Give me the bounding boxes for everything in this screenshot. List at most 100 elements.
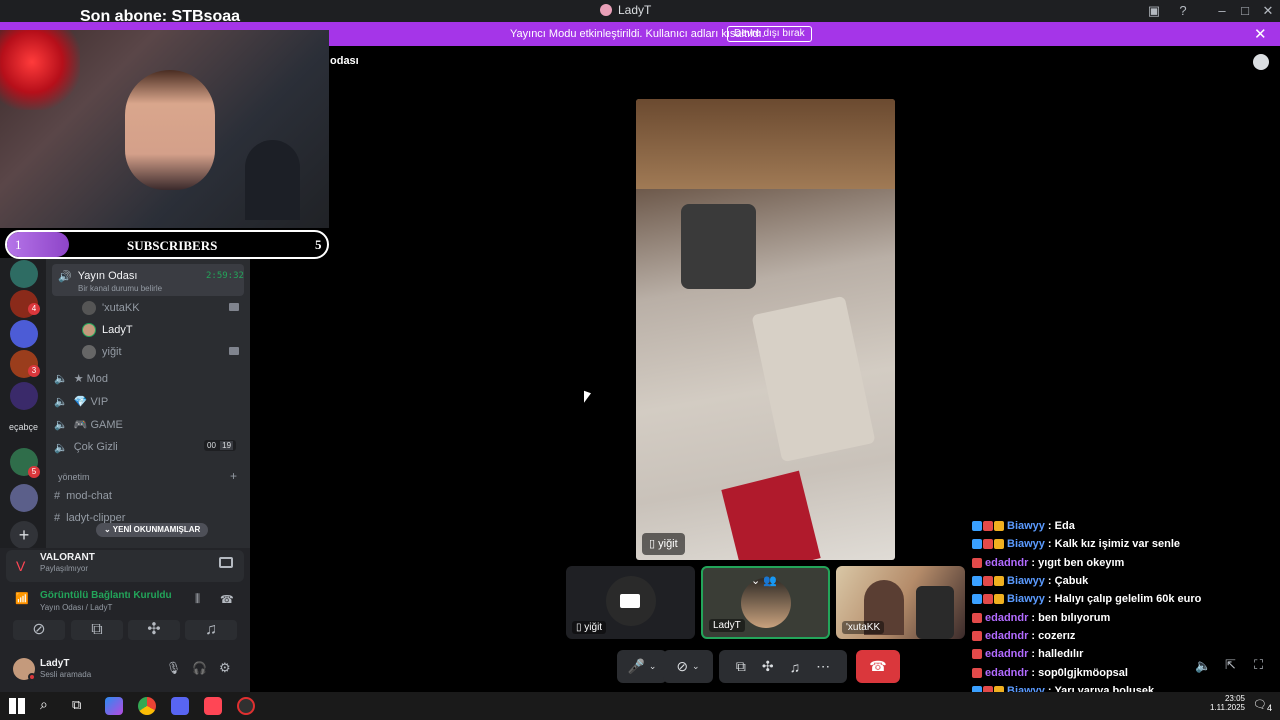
close-banner-icon[interactable]: ✕ [1254, 25, 1267, 43]
copilot-icon[interactable] [105, 697, 123, 715]
search-icon[interactable]: ⌕ [40, 696, 48, 713]
windows-start-icon[interactable] [9, 698, 25, 714]
speaker-icon: 🔊 [58, 270, 72, 283]
chat-badges [972, 594, 1004, 605]
hang-up-icon: ☎ [869, 658, 887, 674]
camera-toggle[interactable]: ⊘ ⌄ [663, 650, 713, 683]
end-call-button[interactable]: ☎ [856, 650, 900, 683]
chat-text: : Halıyı çalıp gelelim 60k euro [1047, 593, 1202, 606]
add-channel-icon[interactable]: + [230, 469, 237, 483]
text-channel-mod-chat[interactable]: # mod-chat [54, 486, 112, 506]
settings-gear-icon[interactable]: ⚙ [219, 660, 231, 676]
chat-text: : halledılır [1031, 648, 1084, 661]
webcam-streamer-face [125, 70, 215, 190]
camera-off-button[interactable]: ⊘ [13, 620, 65, 640]
voice-channel-yayin-odasi[interactable]: 🔊 Yayın Odası [58, 266, 137, 286]
chevron-down-icon[interactable]: ⌄ [692, 661, 700, 672]
voice-channel-mod[interactable]: 🔈 ★ Mod [54, 368, 108, 388]
category-yonetim[interactable]: yönetim [58, 472, 90, 482]
screen-share-button[interactable]: ⧉ [71, 620, 123, 640]
activities-icon[interactable]: ✣ [762, 658, 774, 675]
tile-label: ▯ yiğit [572, 621, 607, 634]
task-view-icon[interactable]: ⧉ [72, 697, 81, 713]
minimize-button[interactable]: – [1210, 2, 1234, 20]
avatar [82, 345, 96, 359]
chat-text: : sop0lgjkmöopsal [1031, 666, 1128, 679]
chat-badge-icon [972, 521, 982, 532]
chat-badges [972, 539, 1004, 550]
share-screen-icon[interactable] [219, 557, 233, 568]
voice-channel-cok-gizli[interactable]: 🔈 Çok Gizli [54, 437, 118, 457]
more-options-icon[interactable]: ⋯ [816, 658, 830, 675]
video-scene-red-cloth [721, 470, 821, 560]
chat-message: edadndr: sop0lgjkmöopsal [972, 663, 1272, 681]
call-actions-group: ⧉ ✣ ♫ ⋯ [719, 650, 847, 683]
activities-button[interactable]: ✣ [128, 620, 180, 640]
voice-channel-vip[interactable]: 🔈 💎 VIP [54, 391, 108, 411]
channel-status[interactable]: Bir kanal durumu belirle [78, 284, 162, 293]
call-timer: 2:59:32 [206, 271, 244, 281]
screen-share-icon[interactable]: ⧉ [736, 658, 746, 675]
add-server-icon[interactable]: + [10, 521, 38, 549]
disconnect-icon[interactable]: ☎ [220, 593, 234, 606]
user-status: Sesli aramada [40, 670, 92, 679]
notification-center-icon[interactable]: 🗨4 [1253, 698, 1272, 713]
new-unreads-pill[interactable]: ⌄ YENİ OKUNMAMIŞLAR [96, 523, 209, 537]
voice-member-ladyt[interactable]: LadyT [82, 320, 133, 340]
disable-streamer-mode-button[interactable]: Devre dışı bırak [727, 26, 812, 42]
help-icon[interactable]: ? [1171, 2, 1195, 20]
headset-icon[interactable]: 🎧 [192, 661, 207, 675]
valorant-icon[interactable] [204, 697, 222, 715]
channel-name: 💎 VIP [73, 395, 109, 408]
chat-badge-icon [972, 557, 982, 568]
chat-bubble-icon[interactable] [1253, 54, 1269, 70]
chrome-icon[interactable] [138, 697, 156, 715]
close-window-button[interactable]: ✕ [1256, 2, 1280, 20]
server-icon[interactable] [10, 260, 38, 288]
microphone-icon[interactable]: 🎙 [166, 661, 181, 675]
screen-share-icon[interactable]: ▣ [1142, 2, 1166, 20]
video-scene-cushion [751, 295, 876, 463]
windows-taskbar: ⌕ ⧉ 23:05 1.11.2025 🗨4 [0, 692, 1280, 720]
obs-icon[interactable] [237, 697, 255, 715]
focused-video-stream[interactable] [636, 99, 895, 560]
chat-text: : ben bılıyorum [1031, 611, 1111, 624]
voice-member-yigit[interactable]: yiğit [82, 342, 122, 362]
maximize-button[interactable]: □ [1233, 2, 1257, 20]
chat-message: edadndr: ben bılıyorum [972, 608, 1272, 626]
chat-badge-icon [994, 594, 1004, 605]
screen-share-icon: ⧉ [91, 621, 103, 638]
server-icon[interactable] [10, 484, 38, 512]
chevron-down-icon[interactable]: ⌄ [649, 661, 657, 672]
room-title-fragment: odası [330, 55, 359, 67]
chat-message: edadndr: halledılır [972, 645, 1272, 663]
unread-pill-label: YENİ OKUNMAMIŞLAR [112, 525, 201, 534]
participant-tile-yigit[interactable]: ▯ yiğit [566, 566, 695, 639]
soundboard-icon[interactable]: ♫ [790, 659, 801, 675]
chat-text: : Eda [1047, 520, 1075, 533]
discord-icon[interactable] [171, 697, 189, 715]
camera-icon [620, 594, 640, 608]
soundboard-button[interactable]: ♫ [185, 620, 237, 640]
server-icon[interactable] [10, 320, 38, 348]
connection-status[interactable]: Görüntülü Bağlantı Kuruldu [40, 590, 172, 601]
server-icon[interactable] [10, 382, 38, 410]
webcam-background-person [245, 140, 300, 220]
user-count: 00 [207, 441, 216, 450]
connection-location[interactable]: Yayın Odası / LadyT [40, 603, 112, 612]
chat-badge-icon [972, 539, 982, 550]
participant-tile-xutakk[interactable]: 'xutaKK [836, 566, 965, 639]
notification-count: 4 [1266, 703, 1273, 714]
chat-message: Biawyy: Kalk kız işimiz var senle [972, 535, 1272, 553]
user-name[interactable]: LadyT [40, 658, 69, 669]
server-folder-label[interactable]: eçabçe [9, 422, 38, 432]
stream-watch-icon: ⌄ 👥 [751, 575, 777, 587]
noise-suppression-icon[interactable]: ⫼ [195, 593, 200, 606]
voice-member-xutakk[interactable]: 'xutaKK [82, 298, 140, 318]
voice-channel-game[interactable]: 🔈 🎮 GAME [54, 414, 123, 434]
speaker-icon: 🔈 [54, 395, 68, 408]
chat-badges [972, 576, 1004, 587]
microphone-toggle[interactable]: 🎤 ⌄ [617, 650, 667, 683]
participant-tile-ladyt[interactable]: ⌄ 👥 LadyT [701, 566, 830, 639]
clock[interactable]: 23:05 1.11.2025 [1205, 694, 1245, 712]
